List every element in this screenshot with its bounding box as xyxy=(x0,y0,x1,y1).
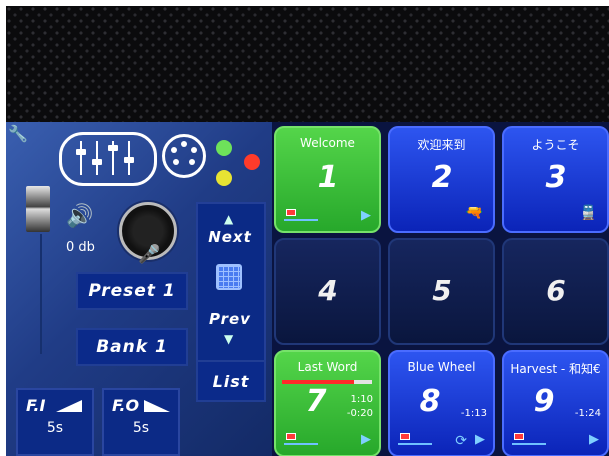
pad-number: 3 xyxy=(545,160,567,195)
microphone-icon: 🎤 xyxy=(138,244,161,265)
pad-number: 6 xyxy=(546,274,565,307)
fade-out-value: 5s xyxy=(132,420,150,436)
preset-button[interactable]: Preset 1 xyxy=(76,272,188,310)
fade-in-value: 5s xyxy=(46,420,64,436)
pad-number: 1 xyxy=(317,160,339,195)
app-frame: 🔧 🔊 0 db 🎤 Preset 1 Bank 1 F.I 5s F.O 5s… xyxy=(6,6,609,456)
pad-7[interactable]: Last Word 7 1:10 -0:20 ▶ xyxy=(274,350,381,456)
pad-9[interactable]: Harvest - 和知€ 9 -1:24 ▶ xyxy=(502,350,609,456)
fade-out-ramp-icon xyxy=(144,400,170,412)
grid-icon[interactable] xyxy=(216,264,242,290)
time-remaining: -1:13 xyxy=(460,408,487,419)
pad-title: Blue Wheel xyxy=(407,360,476,374)
volume-fader-track xyxy=(40,234,42,354)
pad-2[interactable]: 欢迎来到 2 🔫 xyxy=(388,126,495,233)
pad-number: 2 xyxy=(431,160,453,195)
play-icon: ▶ xyxy=(475,432,485,447)
time-total: 1:10 xyxy=(350,394,373,405)
play-icon: ▶ xyxy=(361,208,371,223)
midi-icon[interactable] xyxy=(162,134,206,178)
pad-slot-icon xyxy=(284,209,318,221)
time-remaining: -0:20 xyxy=(346,408,373,419)
pad-4[interactable]: 4 xyxy=(274,238,381,345)
mixer-icon[interactable] xyxy=(59,132,157,186)
play-icon: ▶ xyxy=(589,432,599,447)
green-led-icon[interactable] xyxy=(216,140,232,156)
next-arrow-icon[interactable]: ▲ xyxy=(224,212,233,226)
pad-slot-icon xyxy=(512,433,546,445)
pad-5[interactable]: 5 xyxy=(388,238,495,345)
next-button[interactable]: Next xyxy=(200,226,260,248)
fade-in-ramp-icon xyxy=(56,400,82,412)
fade-out-button[interactable]: F.O 5s xyxy=(102,388,180,456)
pad-number: 5 xyxy=(432,274,451,307)
navigation-panel: ▲ Next Prev ▼ xyxy=(196,202,266,362)
pad-title: 欢迎来到 xyxy=(417,138,466,152)
play-icon: ▶ xyxy=(361,432,371,447)
pad-6[interactable]: 6 xyxy=(502,238,609,345)
speaker-volume-icon: 🔊 xyxy=(66,204,94,229)
pad-1[interactable]: Welcome 1 ▶ xyxy=(274,126,381,233)
fade-out-label: F.O xyxy=(112,396,140,415)
fade-in-button[interactable]: F.I 5s xyxy=(16,388,94,456)
loop-icon: ⟳ xyxy=(455,433,467,449)
list-button[interactable]: List xyxy=(196,360,266,402)
pad-3[interactable]: ようこそ 3 🚆 xyxy=(502,126,609,233)
speaker-grille xyxy=(6,6,609,122)
wrench-icon[interactable]: 🔧 xyxy=(8,124,32,148)
prev-button[interactable]: Prev xyxy=(200,308,260,330)
red-led-icon[interactable] xyxy=(244,154,260,170)
pad-title: ようこそ xyxy=(531,138,580,152)
pad-title: Harvest - 和知€ xyxy=(510,362,601,376)
gun-icon: 🔫 xyxy=(465,205,483,221)
train-icon: 🚆 xyxy=(579,205,597,221)
pad-8[interactable]: Blue Wheel 8 -1:13 ⟳ ▶ xyxy=(388,350,495,456)
time-remaining: -1:24 xyxy=(574,408,601,419)
fade-in-label: F.I xyxy=(26,396,46,415)
bank-button[interactable]: Bank 1 xyxy=(76,328,188,366)
pad-number: 4 xyxy=(318,274,337,307)
prev-arrow-icon[interactable]: ▼ xyxy=(224,332,233,346)
pad-title: Welcome xyxy=(300,136,355,150)
pad-title: Last Word xyxy=(297,360,358,374)
yellow-led-icon[interactable] xyxy=(216,170,232,186)
pad-slot-icon xyxy=(284,433,318,445)
volume-label: 0 db xyxy=(66,240,95,255)
volume-fader-handle[interactable] xyxy=(26,186,50,232)
pad-slot-icon xyxy=(398,433,432,445)
